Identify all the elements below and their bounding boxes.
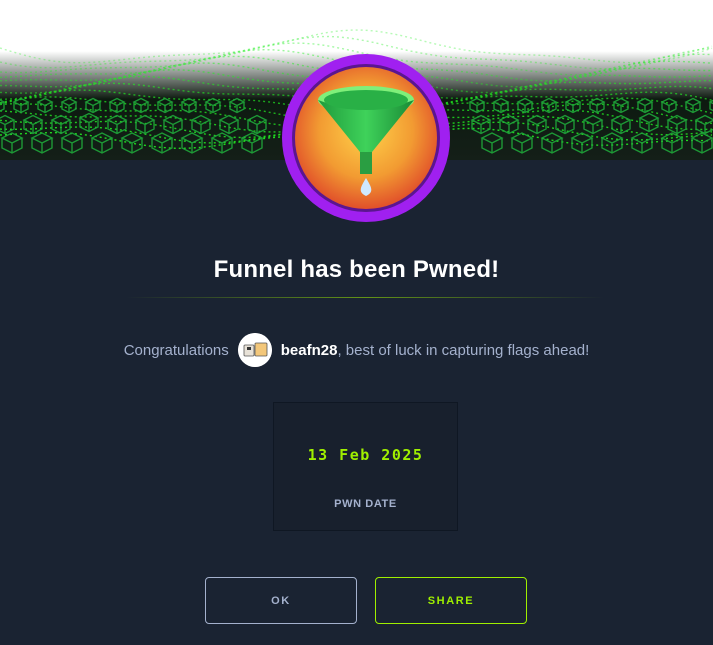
pwn-date-card: 13 Feb 2025 PWN DATE [273,402,458,531]
congrats-message: Congratulations beafn28 , best of luck i… [0,333,713,367]
pwn-date-label: PWN DATE [334,498,397,510]
pwned-modal: Funnel has been Pwned! Congratulations b… [0,0,713,645]
page-title: Funnel has been Pwned! [213,256,500,283]
avatar [237,333,272,367]
congrats-suffix: , best of luck in capturing flags ahead! [337,341,590,359]
pwn-date-value: 13 Feb 2025 [307,446,424,464]
congrats-prefix: Congratulations [123,341,229,359]
ok-button[interactable]: OK [205,577,357,624]
username[interactable]: beafn28 [281,342,338,359]
divider [126,297,604,298]
funnel-badge-icon [280,52,452,224]
share-button[interactable]: SHARE [375,577,527,624]
